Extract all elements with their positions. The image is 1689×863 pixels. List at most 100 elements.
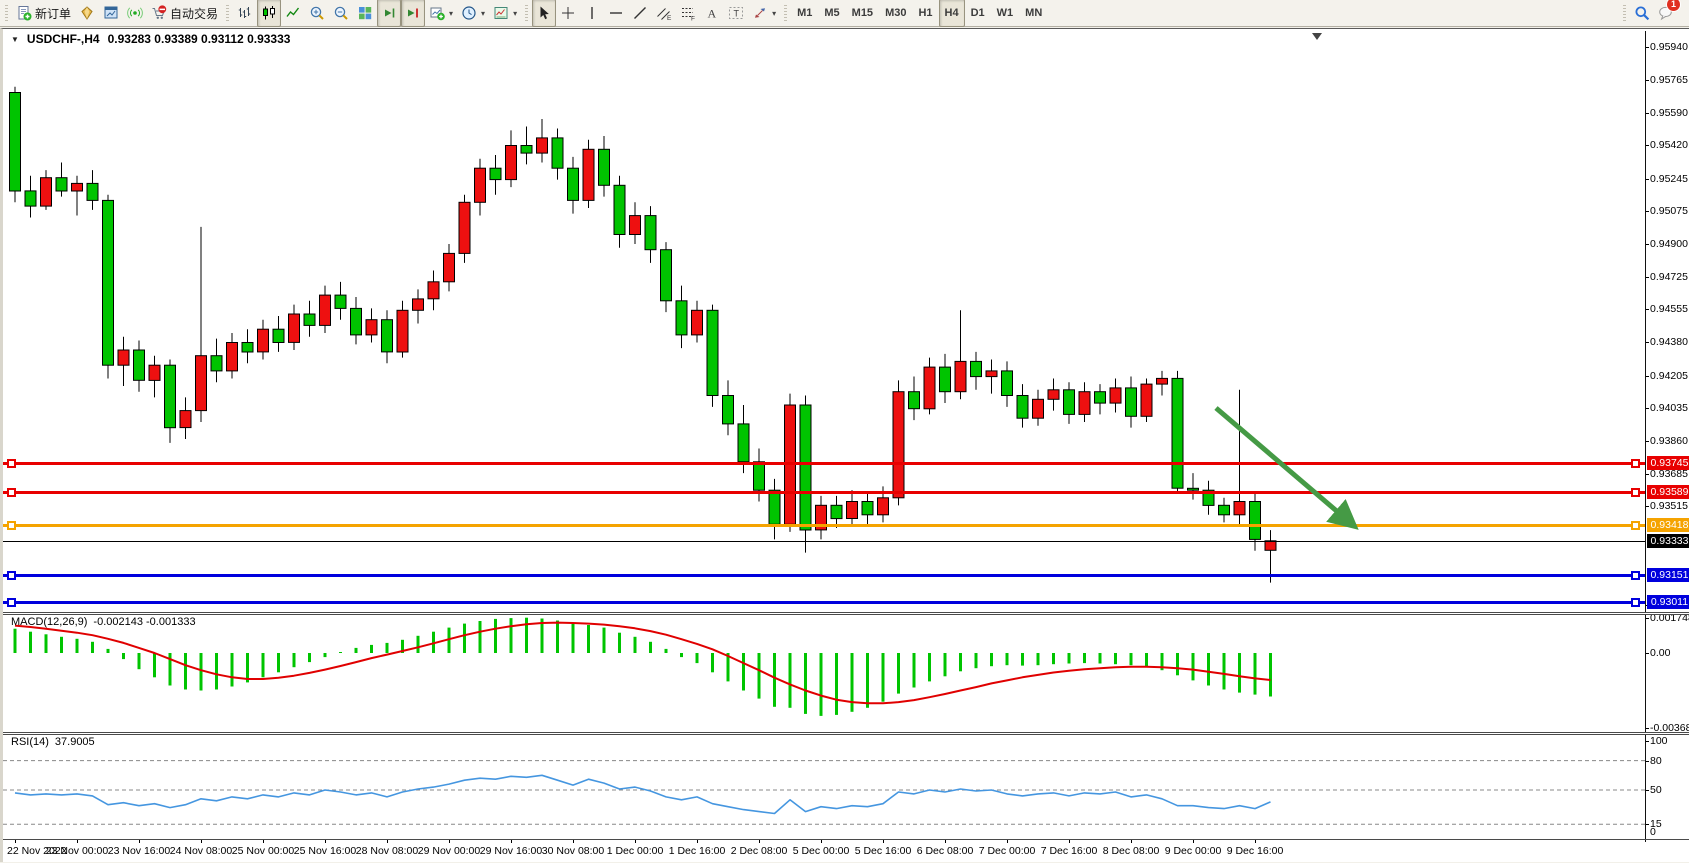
text-button[interactable]: A [700,0,724,27]
zoom-in-icon [309,5,325,21]
clock-icon [461,5,477,21]
dropdown-arrow-icon[interactable]: ▾ [449,9,453,18]
candle-down [25,191,36,206]
fibo-icon: F [680,5,696,21]
dropdown-arrow-icon[interactable]: ▾ [481,9,485,18]
candle-down [1064,390,1075,415]
tf-m30-button[interactable]: M30 [879,0,912,27]
price-flag-0.93589: 0.93589 [1647,485,1689,499]
horizontal-line-0.93589[interactable] [3,491,1645,494]
tf-h1-button[interactable]: H1 [912,0,938,27]
candle-down [521,146,532,154]
trendline-button[interactable] [628,0,652,27]
candle-up [1265,541,1276,551]
horizontal-line-button[interactable] [604,0,628,27]
auto-scroll-button[interactable] [377,0,401,27]
line-handle[interactable] [1631,488,1640,497]
line-handle[interactable] [7,521,16,530]
new-order-button[interactable]: 新订单 [12,0,75,27]
candle-up [1110,388,1121,403]
signals-button[interactable] [123,0,147,27]
tf-m5-button[interactable]: M5 [818,0,845,27]
pane-separator-macd[interactable] [3,612,1689,615]
horizontal-line-0.93745[interactable] [3,462,1645,465]
bars-icon [237,5,253,21]
doc-plus-icon [16,5,32,21]
line-chart-button[interactable] [281,0,305,27]
candlestick-chart-button[interactable] [257,0,281,27]
candle-up [630,216,641,235]
horizontal-line-0.93151[interactable] [3,574,1645,577]
pane-separator-rsi[interactable] [3,732,1689,735]
chart-ohlc-values: 0.93283 0.93389 0.93112 0.93333 [108,32,291,46]
macd-signal-line [15,623,1271,704]
shift-icon [405,5,421,21]
tf-d1-button[interactable]: D1 [965,0,991,27]
zoom-out-button[interactable] [329,0,353,27]
autotrading-button[interactable]: 自动交易 [147,0,222,27]
cursor-button[interactable] [532,0,556,27]
collapse-icon[interactable]: ▼ [11,35,19,44]
crosshair-icon [560,5,576,21]
text-label-button[interactable]: T [724,0,748,27]
tf-m1-button[interactable]: M1 [791,0,818,27]
search-button[interactable] [1630,0,1654,27]
tf-mn-button[interactable]: MN [1019,0,1048,27]
candle-up [72,183,83,191]
line-handle[interactable] [7,459,16,468]
vertical-line-button[interactable] [580,0,604,27]
line-handle[interactable] [7,488,16,497]
price-axis-tick: 0.93515 [1650,500,1689,513]
svg-text:E: E [667,15,672,21]
horizontal-line-0.93333[interactable] [3,541,1645,542]
dropdown-arrow-icon[interactable]: ▾ [772,9,776,18]
candle-down [242,343,253,353]
candle-down [971,361,982,376]
toolbar-group-main: 新订单 自动交易 [3,0,224,26]
price-axis-tick: 0.94555 [1650,303,1689,316]
line-handle[interactable] [1631,598,1640,607]
chat-button[interactable]: 1 [1654,0,1678,27]
tf-m15-button[interactable]: M15 [846,0,879,27]
line-handle[interactable] [1631,521,1640,530]
time-axis-label: 8 Dec 08:00 [1103,845,1160,857]
candle-up [893,392,904,498]
zoom-in-button[interactable] [305,0,329,27]
magnifier-icon [1634,5,1650,21]
new-chart-button[interactable]: ▾ [425,0,457,27]
line-handle[interactable] [7,598,16,607]
candle-down [1095,392,1106,403]
horizontal-line-0.93011[interactable] [3,601,1645,604]
line-handle[interactable] [1631,459,1640,468]
arrows-button[interactable]: ▾ [748,0,780,27]
equidistant-channel-button[interactable]: E [652,0,676,27]
tf-m30-label: M30 [883,7,908,19]
horizontal-line-0.93418[interactable] [3,524,1645,527]
tf-w1-button[interactable]: W1 [991,0,1020,27]
chart-shift-marker[interactable] [1312,33,1322,40]
charts-button[interactable] [99,0,123,27]
time-axis-label: 29 Nov 16:00 [480,845,542,857]
candle-up [506,146,517,180]
chart-shift-button[interactable] [401,0,425,27]
periods-button[interactable]: ▾ [457,0,489,27]
fibonacci-button[interactable]: F [676,0,700,27]
svg-text:T: T [734,9,740,19]
crosshair-button[interactable] [556,0,580,27]
templates-button[interactable]: ▾ [489,0,521,27]
candle-down [304,314,315,325]
price-axis-tick: 0.94380 [1650,336,1689,349]
tf-h4-button[interactable]: H4 [939,0,965,27]
dropdown-arrow-icon[interactable]: ▾ [513,9,517,18]
signal-icon [127,5,143,21]
vline-icon [584,5,600,21]
candle-down [335,295,346,308]
tiles-icon [357,5,373,21]
tile-windows-button[interactable] [353,0,377,27]
line-handle[interactable] [7,571,16,580]
metaeditor-button[interactable] [75,0,99,27]
time-axis-label: 1 Dec 16:00 [669,845,726,857]
line-handle[interactable] [1631,571,1640,580]
candle-down [1250,502,1261,540]
bar-chart-button[interactable] [233,0,257,27]
